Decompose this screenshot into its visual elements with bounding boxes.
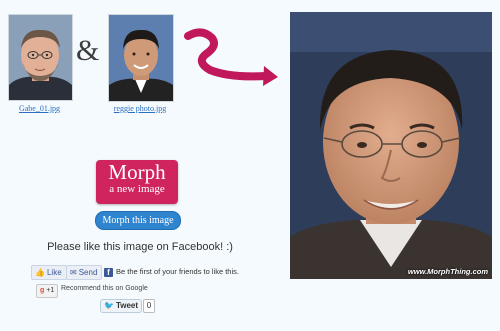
arrow-right-icon xyxy=(184,28,278,86)
google-plus-one-button[interactable]: g +1 xyxy=(36,284,59,298)
twitter-bird-icon: 🐦 xyxy=(103,301,114,310)
source-filename-right[interactable]: reggie photo.jpg xyxy=(104,104,176,113)
thumbs-up-icon: 👍 xyxy=(35,268,45,277)
portrait-icon xyxy=(9,15,72,100)
source-photo-left xyxy=(8,14,73,101)
morph-this-image-button[interactable]: Morph this image xyxy=(95,211,181,230)
facebook-like-button[interactable]: 👍 Like xyxy=(31,265,67,280)
like-label: Like xyxy=(46,268,62,277)
portrait-icon xyxy=(109,15,173,101)
portrait-icon xyxy=(290,12,492,279)
facebook-send-button[interactable]: ✉ Send xyxy=(66,265,103,280)
morph-logo-title: Morph xyxy=(108,160,166,184)
source-filename-left[interactable]: Gabe_01.jpg xyxy=(8,104,71,113)
facebook-like-prompt: Please like this image on Facebook! :) xyxy=(47,241,233,253)
source-photo-right xyxy=(108,14,174,102)
ampersand: & xyxy=(76,34,100,67)
send-label: Send xyxy=(78,268,98,277)
facebook-icon: f xyxy=(104,267,113,277)
gplus-label: +1 xyxy=(46,287,55,294)
tweet-count: 0 xyxy=(143,299,155,313)
facebook-social-label: Be the first of your friends to like thi… xyxy=(116,267,239,276)
google-plus-icon: g xyxy=(40,287,45,294)
result-watermark: www.MorphThing.com xyxy=(407,267,488,276)
facebook-social-text: f Be the first of your friends to like th… xyxy=(104,266,239,278)
morph-result-image: www.MorphThing.com xyxy=(290,12,492,279)
tweet-label: Tweet xyxy=(115,301,139,310)
morph-logo-subtitle: a new image xyxy=(109,183,165,195)
send-icon: ✉ xyxy=(70,268,77,277)
google-recommend-text: Recommend this on Google xyxy=(61,285,148,292)
tweet-button[interactable]: 🐦 Tweet xyxy=(100,299,142,313)
morph-logo[interactable]: Morph a new image xyxy=(96,160,178,204)
